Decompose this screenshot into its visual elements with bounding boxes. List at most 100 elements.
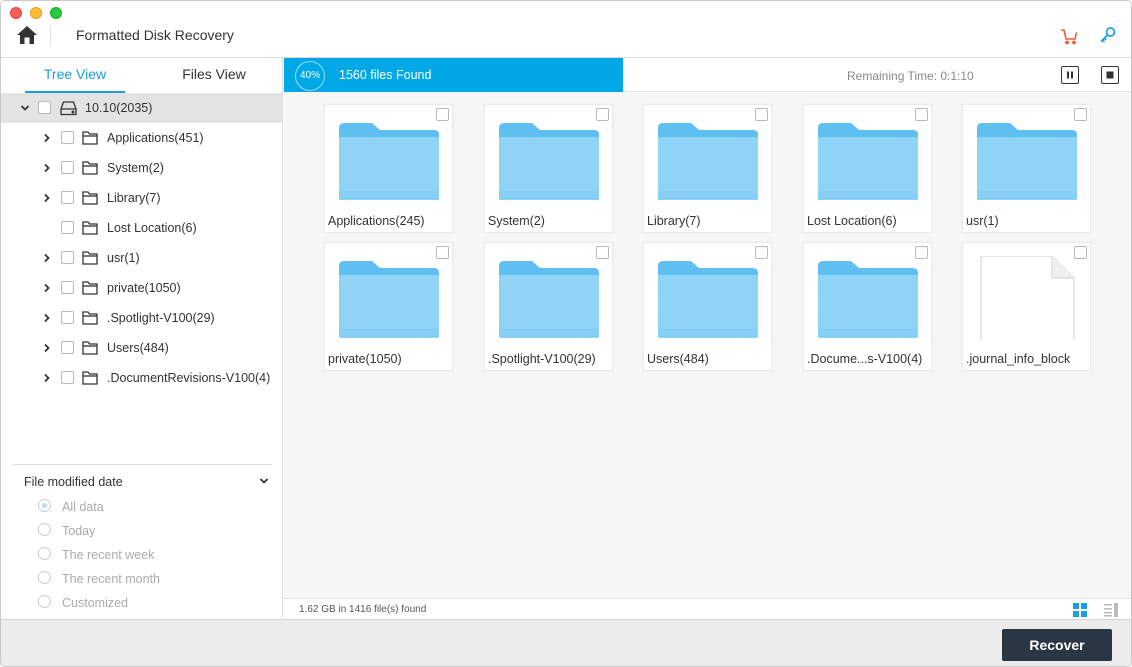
item-label: usr(1): [966, 214, 999, 228]
tree-root-label: 10.10(2035): [85, 101, 153, 115]
item-label: Lost Location(6): [807, 214, 897, 228]
date-filter: File modified date All data Today The re…: [13, 464, 272, 615]
tree-item-lost-location[interactable]: Lost Location(6): [1, 213, 282, 243]
folder-icon: [82, 370, 98, 385]
grid-item-library[interactable]: Library(7): [643, 104, 772, 233]
tree-checkbox[interactable]: [61, 281, 74, 294]
tab-files-view[interactable]: Files View: [164, 58, 264, 93]
folder-icon: [82, 130, 98, 145]
chevron-right-icon[interactable]: [42, 163, 52, 173]
remaining-time: Remaining Time: 0:1:10: [847, 69, 974, 83]
chevron-down-icon[interactable]: [259, 475, 269, 485]
footer: Recover: [1, 619, 1131, 666]
grid-item-system[interactable]: System(2): [484, 104, 613, 233]
tree-item-applications[interactable]: Applications(451): [1, 123, 282, 153]
chevron-right-icon[interactable]: [42, 193, 52, 203]
filter-option-all-data[interactable]: All data: [13, 495, 272, 519]
tree-checkbox[interactable]: [38, 101, 51, 114]
grid-item-spotlight[interactable]: .Spotlight-V100(29): [484, 242, 613, 371]
tree-item-label: .Spotlight-V100(29): [107, 311, 215, 325]
folder-icon: [499, 261, 599, 338]
grid-item-usr[interactable]: usr(1): [962, 104, 1091, 233]
grid-item-journal-info-block[interactable]: .journal_info_block: [962, 242, 1091, 371]
tree-item-label: Lost Location(6): [107, 221, 197, 235]
zoom-window-button[interactable]: [50, 7, 62, 19]
chevron-right-icon[interactable]: [42, 313, 52, 323]
view-tabs: Tree View Files View: [1, 58, 282, 93]
tree-checkbox[interactable]: [61, 311, 74, 324]
filter-option-recent-week[interactable]: The recent week: [13, 543, 272, 567]
hard-drive-icon: [60, 100, 77, 116]
tree-item-label: Users(484): [107, 341, 169, 355]
close-window-button[interactable]: [10, 7, 22, 19]
folder-icon: [658, 261, 758, 338]
summary-text: 1.62 GB in 1416 file(s) found: [299, 604, 427, 615]
folder-icon: [339, 261, 439, 338]
grid-item-document-revisions[interactable]: .Docume...s-V100(4): [803, 242, 932, 371]
tree-item-label: .DocumentRevisions-V100(4): [107, 371, 271, 385]
cart-icon[interactable]: [1059, 26, 1079, 46]
stop-icon[interactable]: [1101, 66, 1119, 84]
filter-option-label: All data: [62, 500, 104, 514]
tree-item-library[interactable]: Library(7): [1, 183, 282, 213]
tree-checkbox[interactable]: [61, 221, 74, 234]
folder-icon: [82, 280, 98, 295]
tab-tree-view[interactable]: Tree View: [25, 58, 125, 93]
filter-option-label: Customized: [62, 596, 128, 610]
chevron-right-icon[interactable]: [42, 283, 52, 293]
tree-root-row[interactable]: 10.10(2035): [1, 93, 282, 123]
folder-icon: [339, 123, 439, 200]
key-icon[interactable]: [1098, 25, 1118, 45]
grid-item-applications[interactable]: Applications(245): [324, 104, 453, 233]
tree-checkbox[interactable]: [61, 191, 74, 204]
radio-button[interactable]: [38, 571, 51, 584]
tree-item-document-revisions[interactable]: .DocumentRevisions-V100(4): [1, 363, 282, 393]
filter-option-recent-month[interactable]: The recent month: [13, 567, 272, 591]
filter-header[interactable]: File modified date: [13, 465, 272, 495]
grid-view-icon[interactable]: [1073, 603, 1087, 617]
pause-icon[interactable]: [1061, 66, 1079, 84]
minimize-window-button[interactable]: [30, 7, 42, 19]
item-label: .Spotlight-V100(29): [488, 352, 596, 366]
left-panel: Tree View Files View 10.10(2035) Applica…: [1, 58, 283, 618]
list-view-icon[interactable]: [1104, 603, 1118, 617]
filter-option-today[interactable]: Today: [13, 519, 272, 543]
tree-checkbox[interactable]: [61, 161, 74, 174]
app-window: Formatted Disk Recovery Tree View Files …: [0, 0, 1132, 667]
window-controls: [10, 7, 62, 19]
tree-item-private[interactable]: private(1050): [1, 273, 282, 303]
tree-checkbox[interactable]: [61, 341, 74, 354]
filter-option-label: The recent month: [62, 572, 160, 586]
progress-percent: 40%: [295, 61, 325, 91]
radio-button[interactable]: [38, 523, 51, 536]
chevron-right-icon[interactable]: [42, 133, 52, 143]
tree-checkbox[interactable]: [61, 371, 74, 384]
tree-checkbox[interactable]: [61, 251, 74, 264]
grid-item-private[interactable]: private(1050): [324, 242, 453, 371]
chevron-right-icon[interactable]: [42, 343, 52, 353]
tree-item-spotlight[interactable]: .Spotlight-V100(29): [1, 303, 282, 333]
grid-item-users[interactable]: Users(484): [643, 242, 772, 371]
grid-item-lost-location[interactable]: Lost Location(6): [803, 104, 932, 233]
filter-title: File modified date: [24, 475, 123, 489]
radio-button[interactable]: [38, 499, 51, 512]
tree-item-usr[interactable]: usr(1): [1, 243, 282, 273]
radio-button[interactable]: [38, 547, 51, 560]
recover-button[interactable]: Recover: [1002, 629, 1112, 661]
folder-icon: [818, 261, 918, 338]
chevron-right-icon[interactable]: [42, 253, 52, 263]
chevron-down-icon[interactable]: [20, 103, 30, 113]
folder-icon: [82, 160, 98, 175]
folder-icon: [82, 250, 98, 265]
folder-icon: [82, 340, 98, 355]
tree-item-system[interactable]: System(2): [1, 153, 282, 183]
tree-item-users[interactable]: Users(484): [1, 333, 282, 363]
home-icon[interactable]: [16, 25, 38, 45]
filter-option-customized[interactable]: Customized: [13, 591, 272, 615]
document-icon: [980, 256, 1075, 340]
title-bar: Formatted Disk Recovery: [1, 1, 1131, 58]
chevron-right-icon[interactable]: [42, 373, 52, 383]
tree-checkbox[interactable]: [61, 131, 74, 144]
item-label: .Docume...s-V100(4): [807, 352, 923, 366]
radio-button[interactable]: [38, 595, 51, 608]
